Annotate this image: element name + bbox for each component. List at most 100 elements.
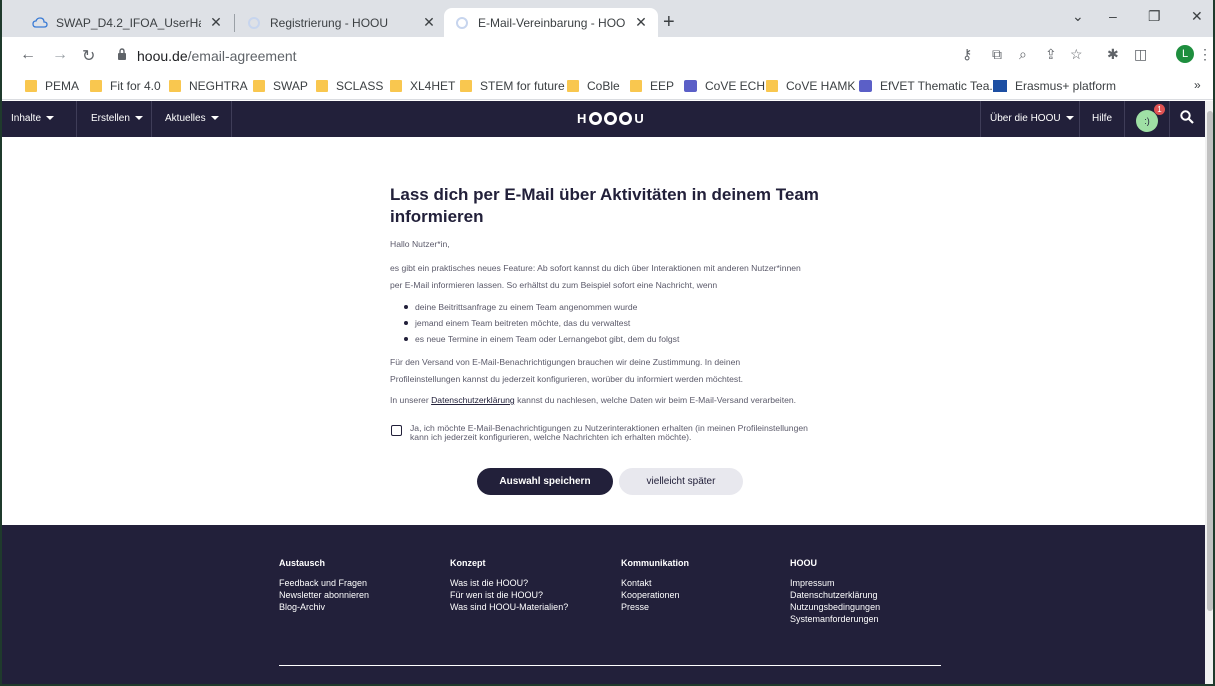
footer-column-konzept: Konzept Was ist die HOOU? Für wen ist di… xyxy=(450,558,568,613)
search-icon[interactable] xyxy=(1180,110,1194,127)
bookmark-swap[interactable]: SWAP xyxy=(253,79,308,93)
menu-icon[interactable]: ⋮ xyxy=(1198,46,1212,63)
consent-checkbox-row[interactable]: Ja, ich möchte E-Mail-Benachrichtigungen… xyxy=(391,424,851,442)
logo-ring xyxy=(589,112,603,125)
bookmark-cove-ech[interactable]: CoVE ECH xyxy=(684,79,765,93)
footer-heading: Kommunikation xyxy=(621,558,690,568)
nav-divider xyxy=(151,101,152,137)
bookmark-label: EEP xyxy=(650,79,675,93)
footer-link[interactable]: Kooperationen xyxy=(621,589,689,601)
side-panel-icon[interactable]: ◫ xyxy=(1134,46,1147,63)
footer-link[interactable]: Was ist die HOOU? xyxy=(450,577,568,589)
forward-icon[interactable]: → xyxy=(52,46,68,64)
page-title: Lass dich per E-Mail über Aktivitäten in… xyxy=(390,185,819,226)
bookmark-neghtra[interactable]: NEGHTRA xyxy=(169,79,248,93)
folder-icon xyxy=(253,80,265,92)
bookmark-pema[interactable]: PEMA xyxy=(25,79,79,93)
bookmark-coble[interactable]: CoBle xyxy=(567,79,620,93)
tab-search-icon[interactable]: ⌄ xyxy=(1072,8,1084,25)
nav-hilfe[interactable]: Hilfe xyxy=(1092,113,1112,124)
folder-icon xyxy=(766,80,778,92)
nav-erstellen[interactable]: Erstellen xyxy=(91,113,143,124)
save-selection-button[interactable]: Auswahl speichern xyxy=(477,468,613,495)
profile-avatar[interactable]: L xyxy=(1176,45,1194,63)
folder-icon xyxy=(169,80,181,92)
key-icon[interactable]: ⚷ xyxy=(962,46,972,63)
hoou-logo[interactable]: H U xyxy=(577,111,645,126)
privacy-policy-link[interactable]: Datenschutzerklärung xyxy=(431,395,515,405)
more-bookmarks-icon[interactable]: » xyxy=(1194,78,1201,92)
list-item: jemand einem Team beitreten möchte, das … xyxy=(403,315,840,331)
footer-link[interactable]: Newsletter abonnieren xyxy=(279,589,369,601)
bookmark-star-icon[interactable]: ☆ xyxy=(1070,46,1083,63)
close-tab-icon[interactable]: ✕ xyxy=(634,14,648,31)
bookmark-cove-hamk[interactable]: CoVE HAMK xyxy=(766,79,855,93)
nav-divider xyxy=(980,101,981,137)
url-host: hoou.de xyxy=(137,48,188,64)
reload-icon[interactable]: ↻ xyxy=(82,46,95,66)
caret-down-icon xyxy=(210,116,219,121)
bookmark-stem[interactable]: STEM for future xyxy=(460,79,565,93)
footer-link[interactable]: Systemanforderungen xyxy=(790,613,880,625)
footer-heading: HOOU xyxy=(790,558,817,568)
folder-icon xyxy=(630,80,642,92)
bookmark-eep[interactable]: EEP xyxy=(630,79,674,93)
tab-userhandbook[interactable]: SWAP_D4.2_IFOA_UserHandbook ✕ xyxy=(22,8,233,37)
extensions-icon[interactable]: ✱ xyxy=(1107,46,1119,63)
bookmark-xl4het[interactable]: XL4HET xyxy=(390,79,455,93)
email-agreement-content: Lass dich per E-Mail über Aktivitäten in… xyxy=(390,184,840,408)
nav-ueber-hoou[interactable]: Über die HOOU xyxy=(990,113,1074,124)
tab-registrierung[interactable]: Registrierung - HOOU ✕ xyxy=(236,8,446,37)
scrollbar-thumb[interactable] xyxy=(1207,111,1213,611)
close-tab-icon[interactable]: ✕ xyxy=(209,14,223,31)
close-tab-icon[interactable]: ✕ xyxy=(422,14,436,31)
privacy-text: kannst du nachlesen, welche Daten wir be… xyxy=(517,395,797,405)
tab-title: Registrierung - HOOU xyxy=(270,15,389,30)
footer-link[interactable]: Für wen ist die HOOU? xyxy=(450,589,568,601)
bookmark-erasmus[interactable]: Erasmus+ platform xyxy=(993,79,1116,93)
minimize-icon[interactable]: – xyxy=(1109,8,1117,24)
footer-link[interactable]: Impressum xyxy=(790,577,880,589)
footer-link[interactable]: Nutzungsbedingungen xyxy=(790,601,880,613)
nav-label: Über die HOOU xyxy=(990,113,1061,124)
page-scrollbar[interactable] xyxy=(1205,101,1213,684)
consent-checkbox[interactable] xyxy=(391,425,402,436)
back-icon[interactable]: ← xyxy=(20,46,36,64)
site-footer: Austausch Feedback und Fragen Newsletter… xyxy=(2,525,1213,684)
zoom-icon[interactable]: ⌕ xyxy=(1019,46,1027,63)
share-icon[interactable]: ⇪ xyxy=(1045,46,1057,63)
restore-icon[interactable]: ❐ xyxy=(1148,8,1161,25)
footer-link[interactable]: Feedback und Fragen xyxy=(279,577,369,589)
nav-inhalte[interactable]: Inhalte xyxy=(11,113,55,124)
footer-link[interactable]: Presse xyxy=(621,601,689,613)
footer-link[interactable]: Kontakt xyxy=(621,577,689,589)
bookmark-label: EfVET Thematic Tea... xyxy=(880,79,1000,93)
bookmark-label: PEMA xyxy=(45,79,80,93)
bookmark-sclass[interactable]: SCLASS xyxy=(316,79,383,93)
bookmark-efvet[interactable]: EfVET Thematic Tea... xyxy=(859,79,999,93)
lock-icon xyxy=(117,48,127,63)
footer-heading: Austausch xyxy=(279,558,326,568)
footer-link[interactable]: Was sind HOOU-Materialien? xyxy=(450,601,568,613)
maybe-later-button[interactable]: vielleicht später xyxy=(619,468,743,495)
bookmark-label: SWAP xyxy=(273,79,308,93)
bookmarks-bar: PEMA Fit for 4.0 NEGHTRA SWAP SCLASS XL4… xyxy=(2,74,1213,100)
tab-email-vereinbarung[interactable]: E-Mail-Vereinbarung - HOOU ✕ xyxy=(444,8,658,37)
footer-column-kommunikation: Kommunikation Kontakt Kooperationen Pres… xyxy=(621,558,689,613)
footer-link[interactable]: Blog-Archiv xyxy=(279,601,369,613)
translate-icon[interactable]: ⧉ xyxy=(992,46,1002,63)
footer-column-hoou: HOOU Impressum Datenschutzerklärung Nutz… xyxy=(790,558,880,625)
folder-icon xyxy=(316,80,328,92)
caret-down-icon xyxy=(46,116,55,121)
nav-label: Inhalte xyxy=(11,113,42,124)
bookmark-label: NEGHTRA xyxy=(189,79,248,93)
nav-aktuelles[interactable]: Aktuelles xyxy=(165,113,219,124)
bookmark-fit-for-4[interactable]: Fit for 4.0 xyxy=(90,79,161,93)
consent-line-2: Profileinstellungen kannst du jederzeit … xyxy=(390,374,744,384)
checkbox-label-line: kann ich jederzeit konfigurieren, welche… xyxy=(410,432,692,442)
new-tab-button[interactable]: + xyxy=(663,12,675,32)
footer-link[interactable]: Datenschutzerklärung xyxy=(790,589,880,601)
loading-icon xyxy=(246,15,262,31)
close-window-icon[interactable]: ✕ xyxy=(1191,8,1203,25)
tab-title: E-Mail-Vereinbarung - HOOU xyxy=(478,15,626,30)
